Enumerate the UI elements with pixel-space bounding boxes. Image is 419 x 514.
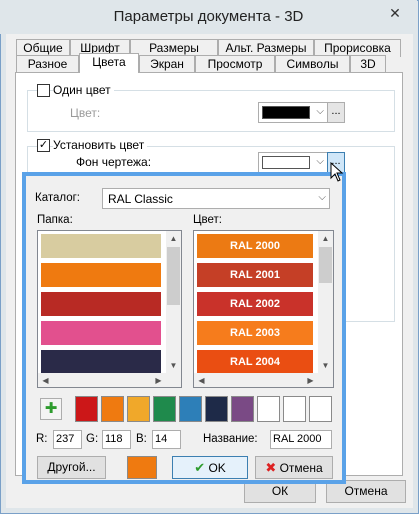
popup-ok-label: OK — [208, 461, 226, 475]
folder-item[interactable] — [41, 292, 161, 316]
folder-horizontal-scrollbar[interactable]: ◀ ▶ — [38, 373, 181, 387]
color-list-item[interactable]: RAL 2001 — [197, 263, 313, 287]
scroll-up-icon[interactable]: ▲ — [318, 231, 333, 246]
close-icon[interactable]: ✕ — [378, 2, 412, 24]
folder-item[interactable] — [41, 350, 161, 374]
tab-symbols[interactable]: Символы — [275, 55, 350, 73]
chevron-down-icon: ⌵ — [318, 192, 326, 203]
g-input[interactable]: 118 — [102, 430, 131, 449]
color-list-item[interactable]: RAL 2003 — [197, 321, 313, 345]
palette-swatch[interactable] — [153, 396, 176, 422]
folder-vertical-scrollbar[interactable]: ▲ ▼ — [166, 231, 181, 373]
popup-cancel-label: Отмена — [279, 461, 323, 475]
window-title: Параметры документа - 3D — [113, 8, 304, 25]
popup-cancel-button[interactable]: ✖ Отмена — [255, 456, 333, 479]
folder-item[interactable] — [41, 321, 161, 345]
scroll-left-icon[interactable]: ◀ — [38, 373, 53, 387]
single-color-combo[interactable]: ⌵ — [258, 102, 328, 123]
catalog-dropdown[interactable]: RAL Classic ⌵ — [102, 188, 330, 209]
single-color-swatch — [262, 106, 310, 119]
color-label: Цвет: — [193, 214, 222, 226]
g-label: G: — [86, 433, 99, 445]
chevron-down-icon: ⌵ — [316, 106, 324, 117]
palette — [75, 396, 335, 424]
set-color-checkbox[interactable]: ✓ — [37, 139, 50, 152]
folder-label: Папка: — [37, 214, 73, 226]
background-color-combo[interactable]: ⌵ — [258, 152, 328, 173]
mouse-cursor-icon — [330, 162, 344, 182]
folder-list[interactable]: ▲ ▼ ◀ ▶ — [37, 230, 182, 388]
color-horizontal-scrollbar[interactable]: ◀ ▶ — [194, 373, 333, 387]
color-list-item[interactable]: RAL 2004 — [197, 350, 313, 374]
r-label: R: — [36, 433, 48, 445]
b-label: B: — [136, 433, 147, 445]
checkmark-icon: ✔ — [194, 460, 206, 475]
palette-swatch[interactable] — [309, 396, 332, 422]
palette-swatch[interactable] — [75, 396, 98, 422]
catalog-value: RAL Classic — [108, 192, 173, 206]
scroll-thumb[interactable] — [319, 247, 332, 283]
scroll-down-icon[interactable]: ▼ — [318, 358, 333, 373]
scroll-thumb[interactable] — [167, 247, 180, 305]
current-color-swatch — [127, 456, 157, 479]
color-list-item[interactable]: RAL 2000 — [197, 234, 313, 258]
scroll-left-icon[interactable]: ◀ — [194, 373, 209, 387]
tab-colors[interactable]: Цвета — [79, 53, 139, 73]
single-color-more-button[interactable]: ... — [327, 102, 345, 123]
set-color-label: Установить цвет — [53, 138, 148, 152]
cancel-x-icon: ✖ — [265, 460, 277, 475]
single-color-checkbox[interactable] — [37, 84, 50, 97]
palette-swatch[interactable] — [127, 396, 150, 422]
scroll-right-icon[interactable]: ▶ — [151, 373, 166, 387]
tab-screen[interactable]: Экран — [139, 55, 195, 73]
palette-swatch[interactable] — [205, 396, 228, 422]
name-label: Название: — [203, 433, 258, 445]
color-list[interactable]: RAL 2000 RAL 2001 RAL 2002 RAL 2003 RAL … — [193, 230, 334, 388]
tab-3d[interactable]: 3D — [350, 55, 386, 73]
background-label: Фон чертежа: — [76, 155, 152, 169]
color-name-input[interactable]: RAL 2000 — [270, 430, 332, 449]
palette-swatch[interactable] — [101, 396, 124, 422]
single-color-color-label: Цвет: — [70, 106, 101, 120]
title-bar: Параметры документа - 3D ✕ — [0, 0, 417, 34]
palette-swatch[interactable] — [283, 396, 306, 422]
palette-swatch[interactable] — [179, 396, 202, 422]
palette-swatch[interactable] — [231, 396, 254, 422]
chevron-down-icon: ⌵ — [316, 156, 324, 167]
folder-item[interactable] — [41, 263, 161, 287]
folder-item[interactable] — [41, 234, 161, 258]
color-vertical-scrollbar[interactable]: ▲ ▼ — [318, 231, 333, 373]
scroll-right-icon[interactable]: ▶ — [303, 373, 318, 387]
other-color-button[interactable]: Другой... — [37, 456, 106, 479]
single-color-label: Один цвет — [53, 83, 114, 97]
tab-view[interactable]: Просмотр — [195, 55, 275, 73]
background-color-swatch — [262, 156, 310, 169]
color-picker-popup: Каталог: RAL Classic ⌵ Папка: Цвет: ▲ ▼ … — [22, 172, 346, 484]
scroll-down-icon[interactable]: ▼ — [166, 358, 181, 373]
r-input[interactable]: 237 — [53, 430, 82, 449]
add-color-icon[interactable]: ✚ — [40, 398, 62, 420]
catalog-label: Каталог: — [35, 192, 81, 204]
palette-swatch[interactable] — [257, 396, 280, 422]
tab-misc[interactable]: Разное — [16, 55, 79, 73]
popup-ok-button[interactable]: ✔ OK — [172, 456, 248, 479]
b-input[interactable]: 14 — [152, 430, 181, 449]
color-list-item[interactable]: RAL 2002 — [197, 292, 313, 316]
scroll-up-icon[interactable]: ▲ — [166, 231, 181, 246]
